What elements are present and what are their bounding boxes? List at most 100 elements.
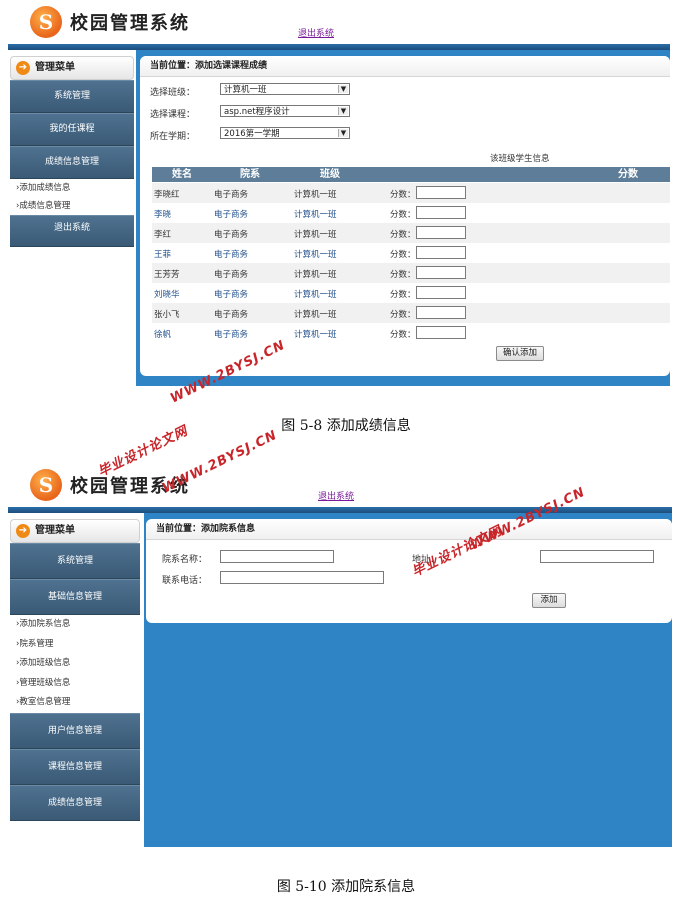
table-row: 王菲 电子商务 计算机一班 分数： [152, 243, 670, 263]
table-row: 王芳芳 电子商务 计算机一班 分数： [152, 263, 670, 283]
table-row: 李红 电子商务 计算机一班 分数： [152, 223, 670, 243]
sidebar-item-system[interactable]: 系统管理 [10, 543, 140, 579]
phone-input[interactable] [220, 571, 384, 584]
class-select-value: 计算机一班 [224, 85, 267, 95]
cell-class: 计算机一班 [294, 250, 337, 260]
cell-class: 计算机一班 [294, 190, 337, 200]
cell-name: 王菲 [154, 250, 172, 260]
app-logo: S [30, 469, 62, 501]
score-label: 分数： [390, 230, 416, 240]
main-content: 当前位置：添加选课课程成绩 选择班级： 计算机一班 ▼ 选择课程： asp.ne… [136, 50, 670, 386]
confirm-add-button[interactable]: 确认添加 [496, 346, 544, 361]
sidebar-subitem-score-mgmt[interactable]: ›成绩信息管理 [8, 197, 136, 215]
col-header-name: 姓名 [172, 169, 192, 180]
app-title: 校园管理系统 [70, 13, 190, 34]
term-select[interactable]: 2016第一学期 ▼ [220, 127, 350, 139]
sidebar-item-score-mgmt[interactable]: 成绩信息管理 [10, 784, 140, 821]
score-input[interactable] [416, 286, 466, 299]
course-select[interactable]: asp.net程序设计 ▼ [220, 105, 350, 117]
table-caption: 该班级学生信息 [490, 154, 550, 164]
arrow-right-icon: ➔ [16, 524, 30, 538]
figure-caption-2: 图 5-10 添加院系信息 [276, 879, 416, 895]
sidebar-subitem-dept-mgmt[interactable]: ›院系管理 [8, 635, 142, 655]
score-label: 分数： [390, 290, 416, 300]
score-label: 分数： [390, 330, 416, 340]
cell-dept: 电子商务 [214, 190, 249, 200]
col-header-dept: 院系 [240, 169, 260, 180]
sidebar-subitem-class-mgmt[interactable]: ›管理班级信息 [8, 674, 142, 694]
sidebar-subitem-add-class[interactable]: ›添加班级信息 [8, 654, 142, 674]
cell-dept: 电子商务 [214, 230, 249, 240]
table-row: 李晓 电子商务 计算机一班 分数： [152, 203, 670, 223]
form-panel: 当前位置：添加选课课程成绩 选择班级： 计算机一班 ▼ 选择课程： asp.ne… [140, 56, 670, 376]
score-input[interactable] [416, 266, 466, 279]
sidebar-item-basic-info[interactable]: 基础信息管理 [10, 579, 140, 615]
score-input[interactable] [416, 186, 466, 199]
col-header-score: 分数 [618, 169, 638, 180]
cell-dept: 电子商务 [214, 290, 249, 300]
sidebar: ➔ 管理菜单 系统管理 基础信息管理 ›添加院系信息 ›院系管理 ›添加班级信息… [8, 515, 142, 848]
sidebar-item-course-mgmt[interactable]: 课程信息管理 [10, 748, 140, 785]
score-input[interactable] [416, 246, 466, 259]
course-label: 选择课程： [150, 110, 196, 120]
cell-class: 计算机一班 [294, 310, 337, 320]
cell-dept: 电子商务 [214, 270, 249, 280]
sidebar-subitem-add-dept[interactable]: ›添加院系信息 [8, 615, 142, 635]
screenshot-add-score: S 校园管理系统 退出系统 ➔ 管理菜单 系统管理 我的任课程 成绩信息管理 ›… [8, 0, 678, 392]
add-button[interactable]: 添加 [532, 593, 566, 608]
table-header: 姓名 院系 班级 分数 [152, 167, 670, 182]
score-label: 分数： [390, 210, 416, 220]
cell-class: 计算机一班 [294, 270, 337, 280]
cell-name: 徐帆 [154, 330, 172, 340]
score-input[interactable] [416, 206, 466, 219]
sidebar-item-user-mgmt[interactable]: 用户信息管理 [10, 712, 140, 749]
sidebar-item-score-mgmt[interactable]: 成绩信息管理 [10, 146, 134, 179]
sidebar-subitem-classroom-mgmt[interactable]: ›教室信息管理 [8, 693, 142, 713]
menu-header-label: 管理菜单 [35, 525, 75, 536]
app-logo: S [30, 6, 62, 38]
sidebar: ➔ 管理菜单 系统管理 我的任课程 成绩信息管理 ›添加成绩信息 ›成绩信息管理… [8, 52, 136, 257]
menu-header: ➔ 管理菜单 [10, 519, 140, 543]
score-input[interactable] [416, 326, 466, 339]
dept-name-input[interactable] [220, 550, 334, 563]
col-header-class: 班级 [320, 169, 340, 180]
term-select-value: 2016第一学期 [224, 129, 280, 139]
score-input[interactable] [416, 306, 466, 319]
chevron-down-icon: ▼ [338, 85, 348, 93]
form-panel: 当前位置：添加院系信息 院系名称： 地址： 联系电话： 添加 [146, 519, 672, 623]
cell-name: 李晓 [154, 210, 172, 220]
cell-class: 计算机一班 [294, 230, 337, 240]
sidebar-item-system[interactable]: 系统管理 [10, 80, 134, 113]
cell-name: 刘晓华 [154, 290, 180, 300]
score-input[interactable] [416, 226, 466, 239]
menu-header: ➔ 管理菜单 [10, 56, 134, 80]
breadcrumb: 当前位置：添加选课课程成绩 [140, 56, 670, 77]
cell-name: 李红 [154, 230, 172, 240]
breadcrumb: 当前位置：添加院系信息 [146, 519, 672, 540]
sidebar-item-my-courses[interactable]: 我的任课程 [10, 113, 134, 146]
table-row: 张小飞 电子商务 计算机一班 分数： [152, 303, 670, 323]
score-label: 分数： [390, 310, 416, 320]
cell-dept: 电子商务 [214, 210, 249, 220]
chevron-down-icon: ▼ [338, 107, 348, 115]
class-select[interactable]: 计算机一班 ▼ [220, 83, 350, 95]
table-row: 刘晓华 电子商务 计算机一班 分数： [152, 283, 670, 303]
menu-header-label: 管理菜单 [35, 62, 75, 73]
header-bar: S 校园管理系统 退出系统 [8, 0, 670, 44]
class-label: 选择班级： [150, 88, 196, 98]
score-label: 分数： [390, 250, 416, 260]
cell-dept: 电子商务 [214, 250, 249, 260]
cell-name: 张小飞 [154, 310, 180, 320]
cell-dept: 电子商务 [214, 330, 249, 340]
logout-link[interactable]: 退出系统 [298, 26, 334, 39]
cell-class: 计算机一班 [294, 210, 337, 220]
course-select-value: asp.net程序设计 [224, 107, 290, 117]
sidebar-subitem-add-score[interactable]: ›添加成绩信息 [8, 179, 136, 197]
logout-link[interactable]: 退出系统 [318, 489, 354, 502]
cell-name: 王芳芳 [154, 270, 180, 280]
cell-name: 李晓红 [154, 190, 180, 200]
address-input[interactable] [540, 550, 654, 563]
cell-class: 计算机一班 [294, 290, 337, 300]
sidebar-item-logout[interactable]: 退出系统 [10, 215, 134, 247]
score-label: 分数： [390, 190, 416, 200]
